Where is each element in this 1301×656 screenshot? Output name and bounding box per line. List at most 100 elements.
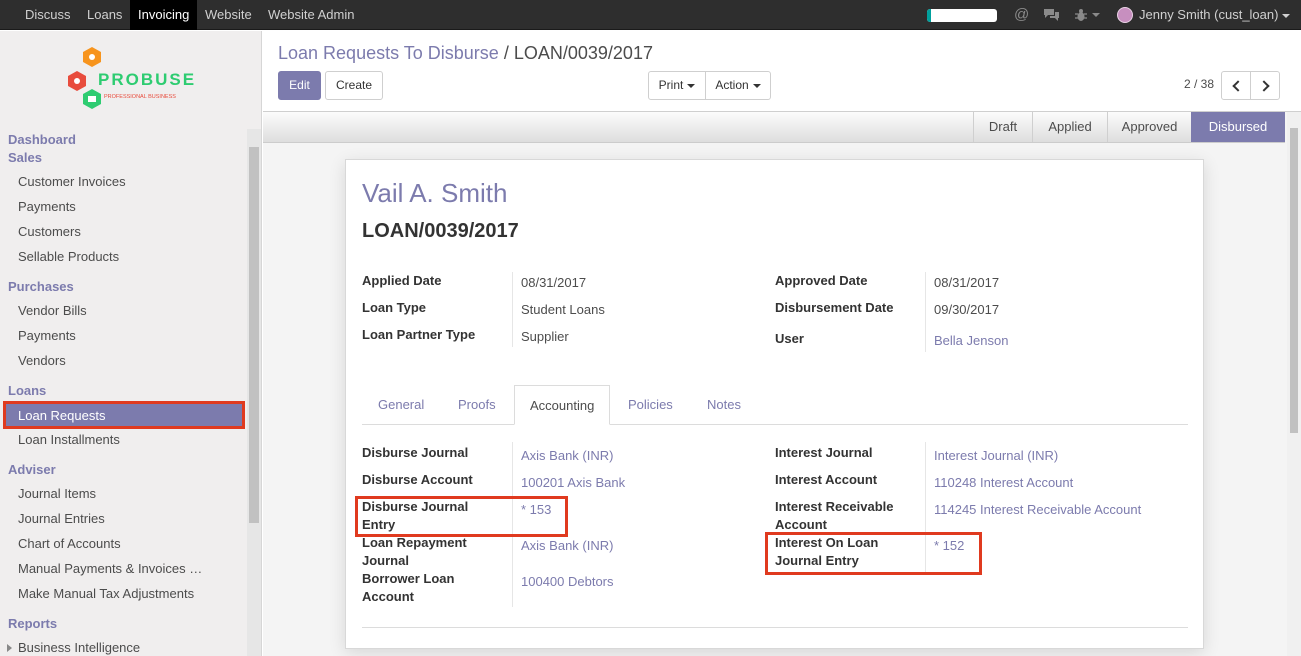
breadcrumb: Loan Requests To Disburse / LOAN/0039/20… bbox=[278, 43, 653, 64]
stage-disbursed[interactable]: Disbursed bbox=[1191, 112, 1285, 142]
disburse-journal-link[interactable]: Axis Bank (INR) bbox=[521, 448, 613, 463]
sidebar-section-sales: Sales bbox=[8, 150, 42, 165]
bug-icon[interactable] bbox=[1074, 0, 1100, 30]
chat-icon[interactable] bbox=[1043, 0, 1060, 30]
sidebar-item-chart-of-accounts[interactable]: Chart of Accounts bbox=[18, 536, 121, 551]
loan-reference: LOAN/0039/2017 bbox=[362, 220, 519, 242]
sidebar-item-customers[interactable]: Customers bbox=[18, 224, 81, 239]
sidebar-item-loan-requests[interactable]: Loan Requests bbox=[3, 401, 245, 429]
sidebar-item-manual-payments[interactable]: Manual Payments & Invoices … bbox=[18, 561, 202, 576]
sidebar-item-journal-items[interactable]: Journal Items bbox=[18, 486, 96, 501]
highlight-box bbox=[765, 532, 982, 575]
pager-value[interactable]: 2 / 38 bbox=[1184, 77, 1214, 91]
sidebar-item-vendors[interactable]: Vendors bbox=[18, 353, 66, 368]
content-scrollbar[interactable] bbox=[1287, 112, 1301, 656]
chevron-down-icon bbox=[687, 83, 696, 88]
company-logo[interactable]: PROBUSE PROFESSIONAL BUSINESS bbox=[62, 45, 202, 115]
sidebar: PROBUSE PROFESSIONAL BUSINESS Dashboard … bbox=[0, 31, 262, 656]
interest-journal-link[interactable]: Interest Journal (INR) bbox=[934, 448, 1058, 463]
onboarding-progress-bar[interactable] bbox=[927, 9, 997, 22]
print-label: Print bbox=[658, 78, 684, 92]
stage-approved[interactable]: Approved bbox=[1108, 112, 1191, 142]
sidebar-item-dashboard[interactable]: Dashboard bbox=[8, 132, 76, 147]
menu-discuss[interactable]: Discuss bbox=[17, 0, 79, 30]
status-bar: Draft Applied Approved Disbursed bbox=[263, 112, 1285, 143]
sidebar-item-loan-installments[interactable]: Loan Installments bbox=[18, 432, 120, 447]
sidebar-item-payments[interactable]: Payments bbox=[18, 199, 76, 214]
chevron-down-icon bbox=[1282, 13, 1291, 18]
sidebar-item-journal-entries[interactable]: Journal Entries bbox=[18, 511, 105, 526]
sidebar-item-vendor-payments[interactable]: Payments bbox=[18, 328, 76, 343]
stage-draft[interactable]: Draft bbox=[974, 112, 1032, 142]
create-button[interactable]: Create bbox=[325, 71, 383, 100]
loan-type-value: Student Loans bbox=[521, 302, 605, 317]
sidebar-item-business-intelligence[interactable]: Business Intelligence bbox=[18, 640, 140, 655]
pager-next-button[interactable] bbox=[1250, 71, 1280, 100]
tab-divider bbox=[362, 424, 1188, 425]
chevron-down-icon bbox=[752, 83, 761, 88]
breadcrumb-separator: / bbox=[503, 43, 509, 63]
sidebar-item-customer-invoices[interactable]: Customer Invoices bbox=[18, 174, 126, 189]
form-sheet: Vail A. Smith LOAN/0039/2017 Applied Dat… bbox=[345, 159, 1204, 649]
interest-receivable-label-line1: Interest Receivable bbox=[775, 499, 894, 514]
interest-receivable-link[interactable]: 114245 Interest Receivable Account bbox=[934, 502, 1141, 517]
menu-invoicing[interactable]: Invoicing bbox=[130, 0, 198, 30]
logo-tagline: PROFESSIONAL BUSINESS bbox=[104, 94, 176, 100]
interest-account-link[interactable]: 110248 Interest Account bbox=[934, 475, 1073, 490]
user-value-link[interactable]: Bella Jenson bbox=[934, 333, 1008, 348]
disburse-account-link[interactable]: 100201 Axis Bank bbox=[521, 475, 625, 490]
tab-proofs[interactable]: Proofs bbox=[458, 397, 496, 412]
partner-type-label: Loan Partner Type bbox=[362, 327, 476, 342]
breadcrumb-parent[interactable]: Loan Requests To Disburse bbox=[278, 43, 499, 63]
chevron-right-icon bbox=[1258, 80, 1270, 92]
user-label: User bbox=[775, 331, 804, 346]
sidebar-item-label: Loan Requests bbox=[18, 408, 106, 423]
highlight-box bbox=[355, 496, 568, 537]
applied-date-label: Applied Date bbox=[362, 273, 442, 288]
pager-previous-button[interactable] bbox=[1221, 71, 1251, 100]
interest-account-label: Interest Account bbox=[775, 472, 878, 487]
at-icon[interactable]: @ bbox=[1014, 0, 1029, 30]
disbursement-date-value: 09/30/2017 bbox=[934, 302, 1000, 317]
partner-name: Vail A. Smith bbox=[362, 178, 508, 208]
top-navbar: Discuss Loans Invoicing Website Website … bbox=[0, 0, 1301, 30]
menu-website[interactable]: Website bbox=[197, 0, 260, 30]
tab-notes[interactable]: Notes bbox=[707, 397, 741, 412]
user-name: Jenny Smith (cust_loan) bbox=[1139, 7, 1279, 22]
sidebar-scrollbar[interactable] bbox=[247, 129, 261, 656]
breadcrumb-current: LOAN/0039/2017 bbox=[513, 43, 653, 63]
user-menu[interactable]: Jenny Smith (cust_loan) bbox=[1139, 0, 1291, 30]
avatar[interactable] bbox=[1117, 7, 1133, 23]
chevron-left-icon bbox=[1232, 80, 1244, 92]
print-dropdown[interactable]: Print bbox=[648, 71, 706, 100]
disburse-account-label: Disburse Account bbox=[362, 472, 473, 487]
applied-date-value: 08/31/2017 bbox=[521, 275, 587, 290]
menu-website-admin[interactable]: Website Admin bbox=[260, 0, 362, 30]
tab-accounting-label: Accounting bbox=[530, 398, 595, 413]
repayment-journal-link[interactable]: Axis Bank (INR) bbox=[521, 538, 613, 553]
approved-date-value: 08/31/2017 bbox=[934, 275, 1000, 290]
action-dropdown[interactable]: Action bbox=[705, 71, 771, 100]
tab-general[interactable]: General bbox=[378, 397, 424, 412]
disburse-journal-label: Disburse Journal bbox=[362, 445, 469, 460]
borrower-account-label-line1: Borrower Loan bbox=[362, 571, 455, 586]
sidebar-item-sellable-products[interactable]: Sellable Products bbox=[18, 249, 119, 264]
tab-policies[interactable]: Policies bbox=[628, 397, 673, 412]
sidebar-section-loans: Loans bbox=[8, 383, 47, 398]
tab-accounting[interactable]: Accounting bbox=[514, 385, 610, 425]
expand-arrow-icon[interactable] bbox=[7, 644, 12, 652]
menu-loans[interactable]: Loans bbox=[79, 0, 130, 30]
sidebar-item-manual-tax[interactable]: Make Manual Tax Adjustments bbox=[18, 586, 194, 601]
sidebar-section-adviser: Adviser bbox=[8, 462, 56, 477]
stage-applied[interactable]: Applied bbox=[1033, 112, 1107, 142]
form-view: Draft Applied Approved Disbursed Vail A.… bbox=[263, 111, 1301, 656]
sidebar-item-vendor-bills[interactable]: Vendor Bills bbox=[18, 303, 87, 318]
action-label: Action bbox=[715, 78, 749, 92]
loan-type-label: Loan Type bbox=[362, 300, 427, 315]
repayment-journal-label-line2: Journal bbox=[362, 553, 409, 568]
edit-button[interactable]: Edit bbox=[278, 71, 321, 100]
borrower-account-label-line2: Account bbox=[362, 589, 414, 604]
sheet-divider bbox=[362, 627, 1188, 628]
borrower-account-link[interactable]: 100400 Debtors bbox=[521, 574, 614, 589]
partner-type-value: Supplier bbox=[521, 329, 569, 344]
